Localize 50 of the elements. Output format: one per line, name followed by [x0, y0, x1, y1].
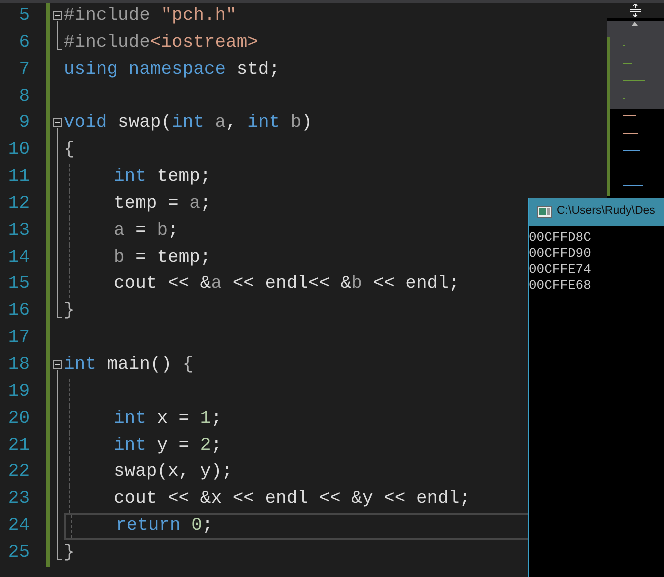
console-app-icon — [537, 206, 552, 218]
line-number: 18 — [7, 354, 30, 377]
line-number: 24 — [7, 515, 30, 538]
code-line: int temp; — [114, 166, 212, 190]
code-line: void swap(int a, int b) — [64, 112, 312, 136]
code-line: #include "pch.h" — [64, 5, 237, 28]
code-line: a = b; — [114, 220, 179, 243]
code-line: #include<iostream> — [64, 32, 258, 55]
line-number: 10 — [7, 139, 30, 162]
code-line: temp = a; — [114, 192, 212, 216]
line-number: 21 — [7, 434, 30, 458]
line-number: 13 — [7, 220, 30, 243]
console-output-line: 00CFFE74 — [529, 262, 592, 278]
code-line: using namespace std; — [64, 58, 280, 82]
line-number: 9 — [18, 112, 30, 136]
code-line: cout << &a << endl<< &b << endl; — [114, 273, 460, 296]
collapse-icon[interactable] — [53, 118, 62, 128]
code-line: cout << &x << endl << &y << endl; — [114, 488, 470, 512]
line-number: 17 — [7, 327, 30, 350]
line-number: 19 — [7, 380, 30, 404]
line-number: 8 — [18, 86, 30, 109]
line-number: 23 — [7, 488, 30, 512]
line-number: 15 — [7, 273, 30, 296]
split-icon[interactable] — [630, 4, 641, 17]
line-number: 6 — [18, 32, 30, 55]
console-title: C:\Users\Rudy\Des — [557, 204, 656, 220]
line-number: 25 — [7, 542, 30, 565]
console-output-line: 00CFFE68 — [529, 278, 592, 294]
code-line: } — [64, 300, 75, 324]
line-number: 11 — [7, 166, 30, 190]
minimap-drawing[interactable] — [607, 18, 664, 196]
collapse-icon[interactable] — [53, 360, 62, 369]
line-number: 14 — [7, 246, 30, 270]
line-number: 16 — [7, 300, 30, 324]
code-line: int y = 2; — [114, 434, 222, 458]
code-line: swap(x, y); — [114, 461, 233, 484]
code-line: return 0; — [116, 515, 214, 538]
line-number: 7 — [18, 58, 30, 82]
collapse-icon[interactable] — [53, 11, 62, 20]
code-line: { — [64, 139, 75, 162]
code-line: int main() { — [64, 354, 194, 377]
console-output-line: 00CFFD8C — [529, 230, 592, 246]
line-number: 20 — [7, 408, 30, 431]
code-line: b = temp; — [114, 246, 212, 270]
code-line: } — [64, 542, 75, 565]
code-line: int x = 1; — [114, 408, 222, 431]
line-number: 12 — [7, 192, 30, 216]
line-number: 22 — [7, 461, 30, 484]
line-number: 5 — [18, 5, 30, 28]
console-output-line: 00CFFD90 — [529, 246, 592, 262]
